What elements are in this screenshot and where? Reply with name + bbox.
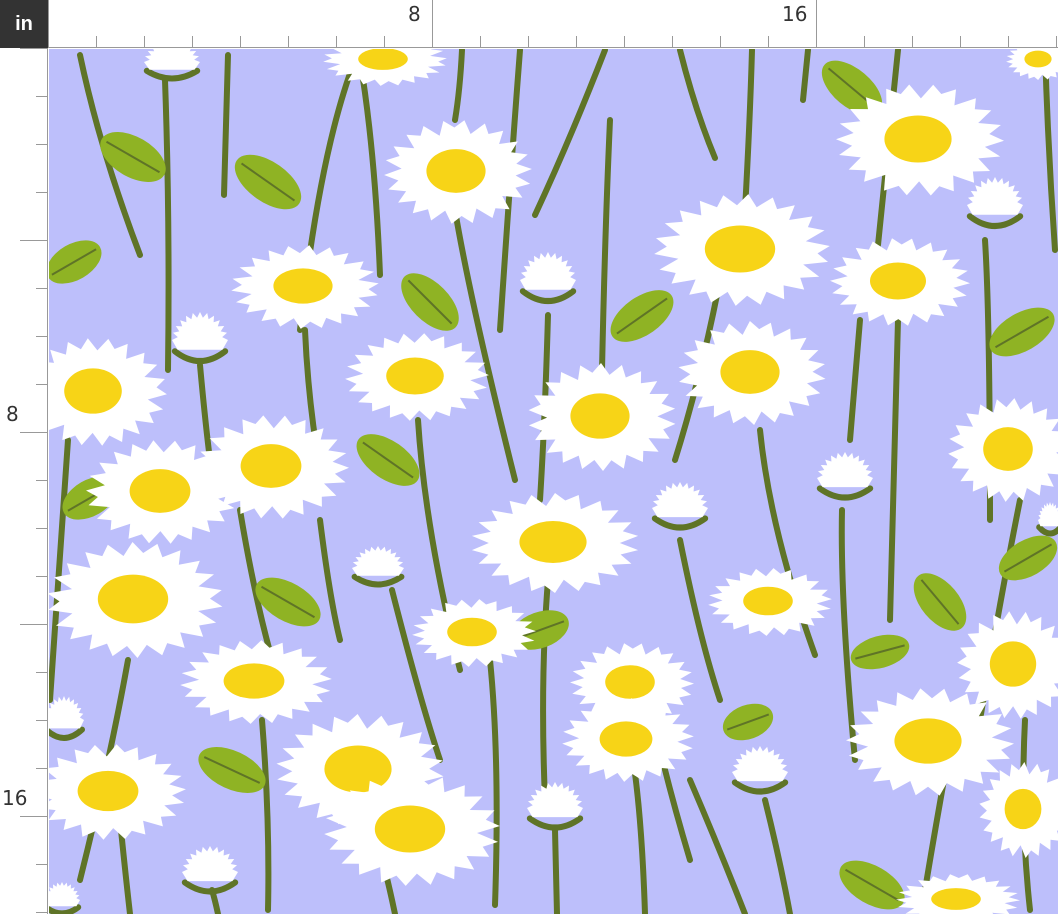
daisy-center xyxy=(989,641,1037,687)
top-ruler-ticks xyxy=(48,0,1057,48)
unit-label: in xyxy=(0,0,48,48)
stem xyxy=(221,52,231,198)
daisy-center xyxy=(77,770,139,812)
left-ruler-label-16: 16 xyxy=(2,786,28,810)
daisy-center xyxy=(240,444,302,488)
daisy-center xyxy=(447,617,497,647)
daisy-center xyxy=(983,427,1033,471)
daisy-center xyxy=(386,357,444,395)
daisy-center xyxy=(273,268,333,304)
daisy-center xyxy=(64,368,122,414)
daisy-center xyxy=(1004,788,1042,830)
stem xyxy=(162,77,172,373)
daisy-pattern-canvas xyxy=(49,49,1058,914)
top-ruler-label-8: 8 xyxy=(408,2,421,26)
daisy-center xyxy=(426,149,486,193)
daisy-center xyxy=(884,115,952,163)
daisy-center xyxy=(358,49,408,70)
fabric-pattern xyxy=(49,49,1058,914)
daisy-center xyxy=(570,393,630,439)
daisy-center xyxy=(324,745,392,793)
daisy-center xyxy=(223,663,285,699)
left-ruler: 8 16 xyxy=(0,48,48,914)
left-ruler-label-8: 8 xyxy=(6,402,19,426)
left-ruler-ticks xyxy=(20,48,48,913)
stem xyxy=(552,827,560,914)
daisy-center xyxy=(97,574,169,624)
daisy-center xyxy=(1024,50,1052,68)
top-ruler: 8 16 xyxy=(48,0,1058,48)
daisy-center xyxy=(519,521,587,563)
daisy-center xyxy=(743,586,793,616)
daisy-center xyxy=(374,805,446,853)
daisy-center xyxy=(720,350,780,394)
daisy-center xyxy=(605,665,655,699)
daisy-center xyxy=(704,225,776,273)
daisy-center xyxy=(870,262,926,300)
daisy-center xyxy=(931,888,981,910)
daisy-center xyxy=(599,721,653,757)
top-ruler-label-16: 16 xyxy=(782,2,808,26)
daisy-center xyxy=(894,718,962,764)
daisy-center xyxy=(129,469,191,513)
